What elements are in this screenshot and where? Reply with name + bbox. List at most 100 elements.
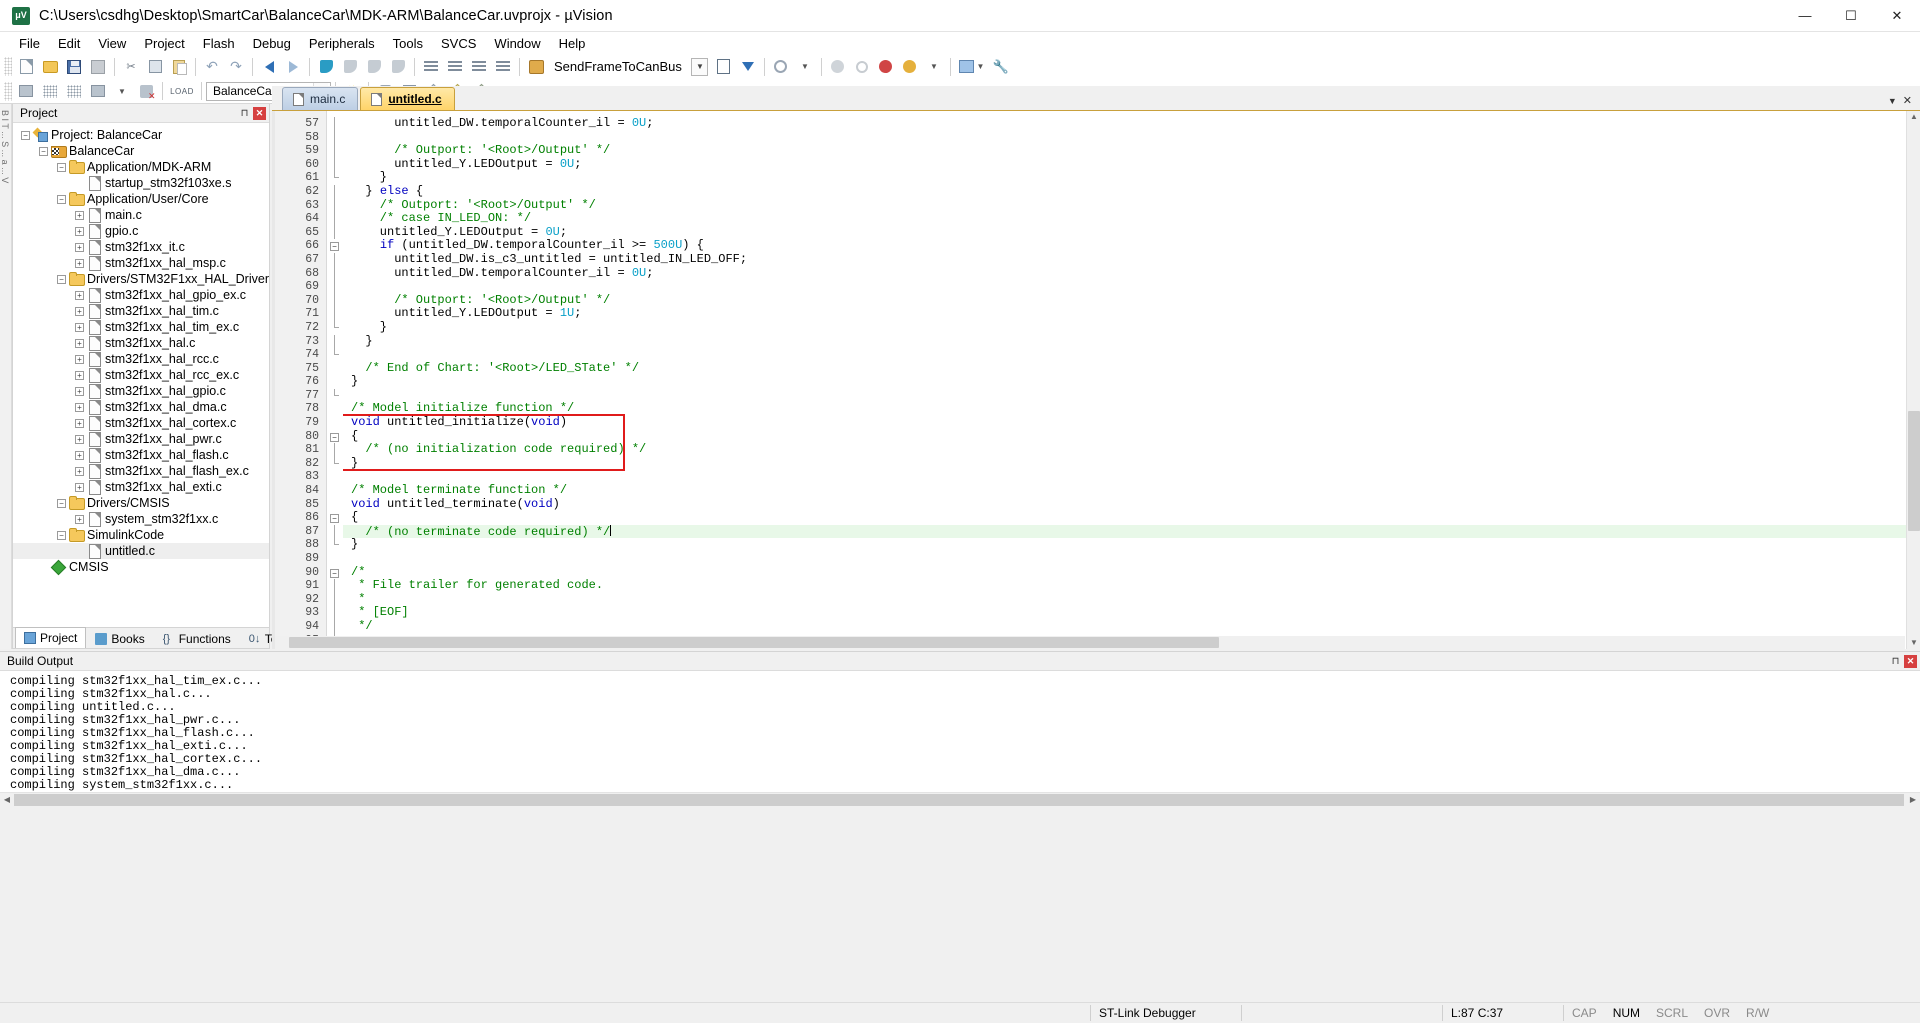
- tree-item[interactable]: − BalanceCar: [13, 143, 269, 159]
- expand-icon[interactable]: +: [75, 434, 84, 444]
- code-line[interactable]: /* Outport: '<Root>/Output' */: [343, 198, 1920, 213]
- menu-item-window[interactable]: Window: [485, 34, 549, 53]
- expand-icon[interactable]: +: [75, 482, 84, 492]
- tree-item[interactable]: − Application/User/Core: [13, 191, 269, 207]
- uncomment-button[interactable]: [491, 55, 515, 78]
- tree-item[interactable]: + stm32f1xx_hal.c: [13, 335, 269, 351]
- tab-functions[interactable]: {} Functions: [154, 629, 240, 648]
- expand-icon[interactable]: +: [75, 322, 84, 332]
- fold-collapse-icon[interactable]: −: [330, 568, 339, 578]
- code-line[interactable]: untitled_DW.temporalCounter_il = 0U;: [343, 266, 1920, 281]
- expand-icon[interactable]: +: [75, 402, 84, 412]
- tree-item[interactable]: + stm32f1xx_hal_msp.c: [13, 255, 269, 271]
- editor-vertical-scrollbar[interactable]: ▲ ▼: [1906, 111, 1920, 649]
- close-icon[interactable]: ✕: [1903, 94, 1912, 107]
- disable-breakpoint-button[interactable]: [850, 55, 874, 78]
- editor-tab-untitled-c[interactable]: untitled.c: [360, 87, 455, 110]
- fold-marker[interactable]: −: [327, 430, 342, 444]
- tree-item[interactable]: CMSIS: [13, 559, 269, 575]
- kill-breakpoints-button[interactable]: [874, 55, 898, 78]
- tree-item[interactable]: + stm32f1xx_hal_cortex.c: [13, 415, 269, 431]
- tree-item[interactable]: + stm32f1xx_hal_gpio_ex.c: [13, 287, 269, 303]
- code-line[interactable]: untitled_DW.temporalCounter_il = 0U;: [343, 116, 1920, 131]
- collapse-icon[interactable]: −: [57, 274, 66, 284]
- comment-button[interactable]: [467, 55, 491, 78]
- build-button[interactable]: [38, 80, 62, 103]
- code-line[interactable]: }: [343, 334, 1920, 349]
- code-text[interactable]: untitled_DW.temporalCounter_il = 0U; /* …: [343, 111, 1920, 649]
- scroll-left-button[interactable]: ◀: [1, 794, 13, 806]
- expand-icon[interactable]: +: [75, 306, 84, 316]
- editor-tab-main-c[interactable]: main.c: [282, 87, 359, 110]
- fold-collapse-icon[interactable]: −: [330, 242, 339, 252]
- fold-collapse-icon[interactable]: −: [330, 432, 339, 442]
- code-line[interactable]: untitled_Y.LEDOutput = 0U;: [343, 225, 1920, 240]
- prev-bookmark-button[interactable]: [338, 55, 362, 78]
- tree-item[interactable]: − Drivers/STM32F1xx_HAL_Driver: [13, 271, 269, 287]
- build-output-horizontal-scrollbar[interactable]: ◀ ▶: [0, 792, 1920, 806]
- new-file-button[interactable]: [14, 55, 38, 78]
- code-line[interactable]: }: [343, 320, 1920, 335]
- code-line[interactable]: [343, 389, 1920, 403]
- tree-item[interactable]: + main.c: [13, 207, 269, 223]
- next-bookmark-button[interactable]: [362, 55, 386, 78]
- fold-collapse-icon[interactable]: −: [330, 514, 339, 524]
- code-line[interactable]: } else {: [343, 184, 1920, 199]
- code-line[interactable]: if (untitled_DW.temporalCounter_il >= 50…: [343, 239, 1920, 253]
- code-line[interactable]: /* (no initialization code required) */: [343, 442, 1920, 457]
- expand-icon[interactable]: +: [75, 418, 84, 428]
- tree-item[interactable]: + stm32f1xx_hal_tim.c: [13, 303, 269, 319]
- find-button[interactable]: [769, 55, 793, 78]
- collapse-icon[interactable]: −: [57, 498, 66, 508]
- code-line[interactable]: * [EOF]: [343, 606, 1920, 620]
- stop-build-button[interactable]: [134, 80, 158, 103]
- redo-button[interactable]: ↷: [224, 55, 248, 78]
- start-debug-button[interactable]: [524, 55, 548, 78]
- close-icon[interactable]: ✕: [253, 106, 266, 120]
- code-line[interactable]: /* Model initialize function */: [343, 402, 1920, 416]
- expand-icon[interactable]: +: [75, 258, 84, 268]
- expand-icon[interactable]: +: [75, 210, 84, 220]
- collapse-icon[interactable]: −: [57, 162, 66, 172]
- pin-icon[interactable]: ⊓: [238, 107, 251, 120]
- fold-marker[interactable]: −: [327, 511, 342, 525]
- translate-button[interactable]: [14, 80, 38, 103]
- maximize-button[interactable]: ☐: [1828, 0, 1874, 32]
- tree-item[interactable]: + stm32f1xx_hal_pwr.c: [13, 431, 269, 447]
- menu-item-help[interactable]: Help: [550, 34, 595, 53]
- scroll-right-button[interactable]: ▶: [1907, 794, 1919, 806]
- tree-item[interactable]: + stm32f1xx_hal_gpio.c: [13, 383, 269, 399]
- batch-build-dropdown[interactable]: ▼: [110, 80, 134, 103]
- breakpoints-dropdown-button[interactable]: ▼: [922, 55, 946, 78]
- tree-item[interactable]: − Project: BalanceCar: [13, 127, 269, 143]
- tree-item[interactable]: + gpio.c: [13, 223, 269, 239]
- code-line[interactable]: /* (no terminate code required) */: [343, 524, 1920, 539]
- expand-icon[interactable]: +: [75, 370, 84, 380]
- tree-item[interactable]: untitled.c: [13, 543, 269, 559]
- code-line[interactable]: void untitled_terminate(void): [343, 497, 1920, 512]
- code-line[interactable]: /* case IN_LED_ON: */: [343, 211, 1920, 226]
- code-line[interactable]: [343, 470, 1920, 484]
- tab-books[interactable]: Books: [86, 629, 153, 648]
- close-button[interactable]: ✕: [1874, 0, 1920, 32]
- copy-button[interactable]: [143, 55, 167, 78]
- tree-item[interactable]: + stm32f1xx_hal_dma.c: [13, 399, 269, 415]
- expand-icon[interactable]: +: [75, 290, 84, 300]
- tab-project[interactable]: Project: [15, 627, 87, 648]
- insert-breakpoint-button[interactable]: [826, 55, 850, 78]
- tree-item[interactable]: + stm32f1xx_hal_flash_ex.c: [13, 463, 269, 479]
- code-line[interactable]: untitled_Y.LEDOutput = 0U;: [343, 157, 1920, 172]
- code-line[interactable]: * File trailer for generated code.: [343, 578, 1920, 593]
- navigate-forward-button[interactable]: [281, 55, 305, 78]
- tree-item[interactable]: − SimulinkCode: [13, 527, 269, 543]
- scroll-up-button[interactable]: ▲: [1908, 111, 1920, 123]
- build-output-body[interactable]: compiling stm32f1xx_hal_tim_ex.c... compi…: [0, 671, 1920, 807]
- code-line[interactable]: [343, 280, 1920, 294]
- menu-item-project[interactable]: Project: [135, 34, 193, 53]
- pin-icon[interactable]: ⊓: [1889, 655, 1902, 668]
- collapse-icon[interactable]: −: [57, 194, 66, 204]
- code-line[interactable]: /* End of Chart: '<Root>/LED_STate' */: [343, 361, 1920, 376]
- code-line[interactable]: *: [343, 592, 1920, 607]
- menu-item-svcs[interactable]: SVCS: [432, 34, 485, 53]
- code-line[interactable]: /* Outport: '<Root>/Output' */: [343, 293, 1920, 308]
